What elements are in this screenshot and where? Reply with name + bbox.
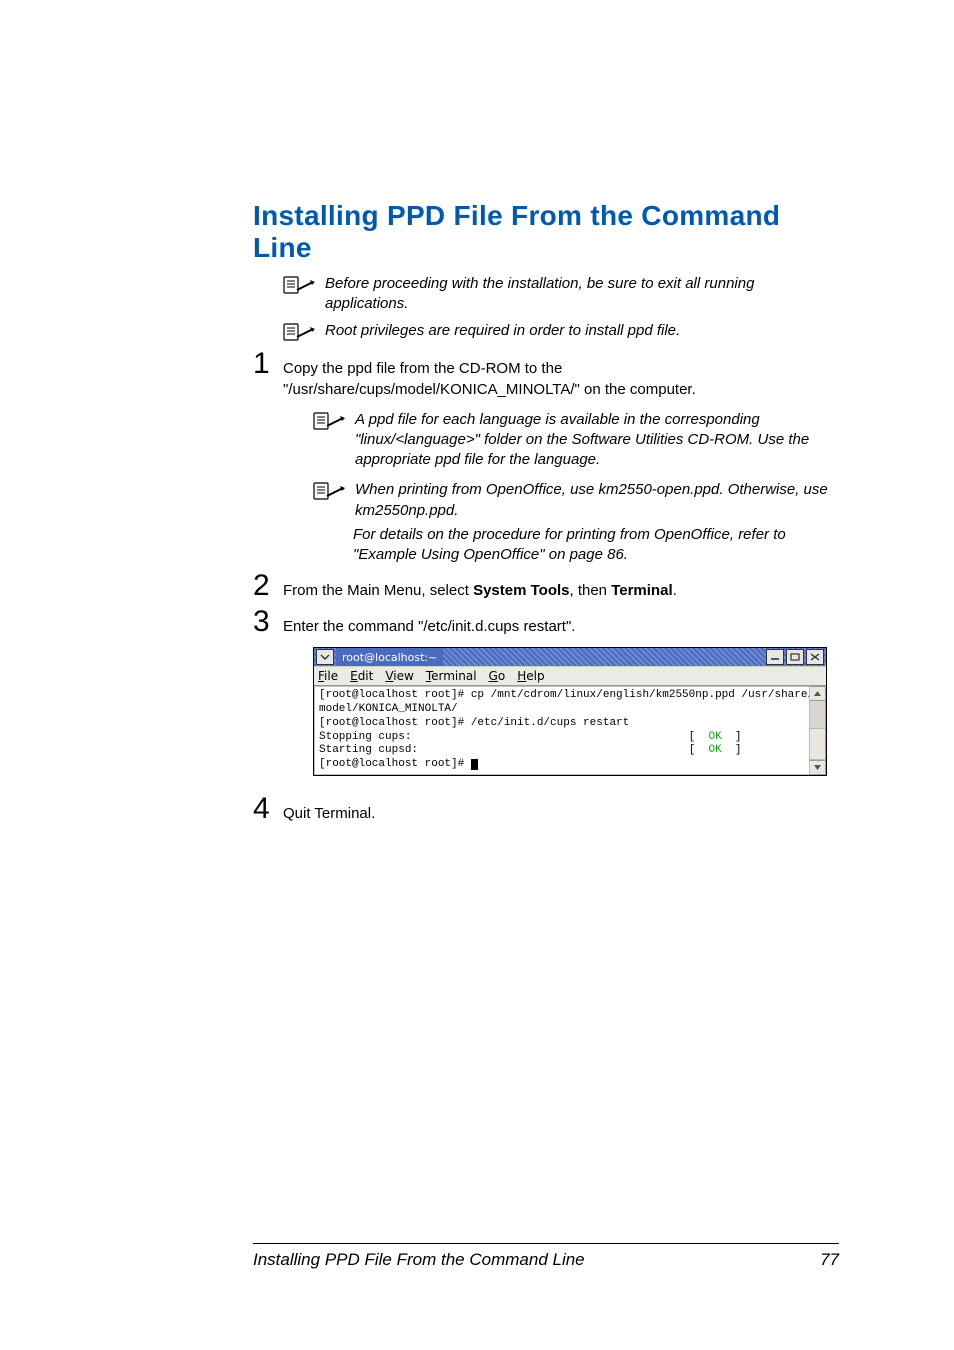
footer-divider [253, 1243, 839, 1244]
note-text: Root privileges are required in order to… [325, 321, 680, 341]
terminal-menubar: File Edit View Terminal Go Help [314, 666, 826, 686]
step-1-note-b: When printing from OpenOffice, use km255… [313, 480, 839, 521]
step-1-note-b-continued: For details on the procedure for printin… [353, 525, 833, 566]
note-text: Before proceeding with the installation,… [325, 274, 839, 315]
scroll-thumb[interactable] [810, 728, 825, 760]
page-footer: Installing PPD File From the Command Lin… [253, 1243, 839, 1270]
scroll-up-button[interactable] [810, 687, 825, 701]
terminal-window: root@localhost:~ File Edit View Terminal… [313, 647, 827, 776]
terminal-line: [root@localhost root]# [319, 758, 471, 770]
terminal-line: Stopping cups: [319, 731, 411, 743]
note-root-privileges: Root privileges are required in order to… [283, 321, 839, 343]
menu-go[interactable]: Go [489, 669, 506, 683]
bold-text: Terminal [611, 582, 672, 599]
step-number: 1 [253, 349, 283, 379]
status-ok: OK [709, 744, 722, 756]
bracket: ] [722, 731, 742, 743]
menu-edit[interactable]: Edit [350, 669, 373, 683]
maximize-button[interactable] [786, 649, 804, 665]
step-number: 3 [253, 607, 283, 637]
note-icon [313, 482, 345, 502]
scroll-track[interactable] [810, 701, 825, 760]
step-text: From the Main Menu, select System Tools,… [283, 580, 677, 601]
step-number: 2 [253, 571, 283, 601]
text: . [673, 582, 677, 599]
terminal-scrollbar[interactable] [809, 686, 826, 775]
terminal-line: model/KONICA_MINOLTA/ [319, 703, 458, 715]
menu-view[interactable]: View [385, 669, 413, 683]
page: Installing PPD File From the Command Lin… [0, 0, 954, 1350]
section-heading: Installing PPD File From the Command Lin… [253, 200, 839, 264]
bracket: [ [689, 731, 709, 743]
note-text: A ppd file for each language is availabl… [355, 410, 839, 471]
terminal-title: root@localhost:~ [336, 648, 443, 666]
bracket: [ [689, 744, 709, 756]
page-number: 77 [820, 1250, 839, 1270]
note-icon [283, 323, 315, 343]
menu-file[interactable]: File [318, 669, 338, 683]
scroll-down-button[interactable] [810, 760, 825, 774]
bracket: ] [722, 744, 742, 756]
terminal-line: Starting cupsd: [319, 744, 418, 756]
close-button[interactable] [806, 649, 824, 665]
terminal-titlebar: root@localhost:~ [314, 648, 826, 666]
cursor-icon [471, 759, 478, 770]
step-number: 4 [253, 794, 283, 824]
terminal-line: [root@localhost root]# /etc/init.d/cups … [319, 717, 629, 729]
status-ok: OK [708, 731, 721, 743]
terminal-output[interactable]: [root@localhost root]# cp /mnt/cdrom/lin… [314, 686, 809, 775]
step-1: 1 Copy the ppd file from the CD-ROM to t… [253, 349, 839, 400]
step-text: Quit Terminal. [283, 803, 375, 824]
note-icon [313, 412, 345, 432]
step-1-note-a: A ppd file for each language is availabl… [313, 410, 839, 471]
text: , then [570, 582, 612, 599]
step-text: Enter the command "/etc/init.d.cups rest… [283, 616, 575, 637]
minimize-button[interactable] [766, 649, 784, 665]
menu-terminal[interactable]: Terminal [426, 669, 477, 683]
menu-help[interactable]: Help [517, 669, 544, 683]
terminal-line: [root@localhost root]# cp /mnt/cdrom/lin… [319, 689, 809, 701]
text: From the Main Menu, select [283, 582, 473, 599]
footer-title: Installing PPD File From the Command Lin… [253, 1250, 585, 1270]
note-text: When printing from OpenOffice, use km255… [355, 480, 839, 521]
step-4: 4 Quit Terminal. [253, 794, 839, 824]
note-icon [283, 276, 315, 296]
step-3: 3 Enter the command "/etc/init.d.cups re… [253, 607, 839, 637]
step-2: 2 From the Main Menu, select System Tool… [253, 571, 839, 601]
bold-text: System Tools [473, 582, 569, 599]
step-text: Copy the ppd file from the CD-ROM to the… [283, 358, 839, 400]
note-before-proceeding: Before proceeding with the installation,… [283, 274, 839, 315]
window-menu-button[interactable] [316, 649, 334, 665]
